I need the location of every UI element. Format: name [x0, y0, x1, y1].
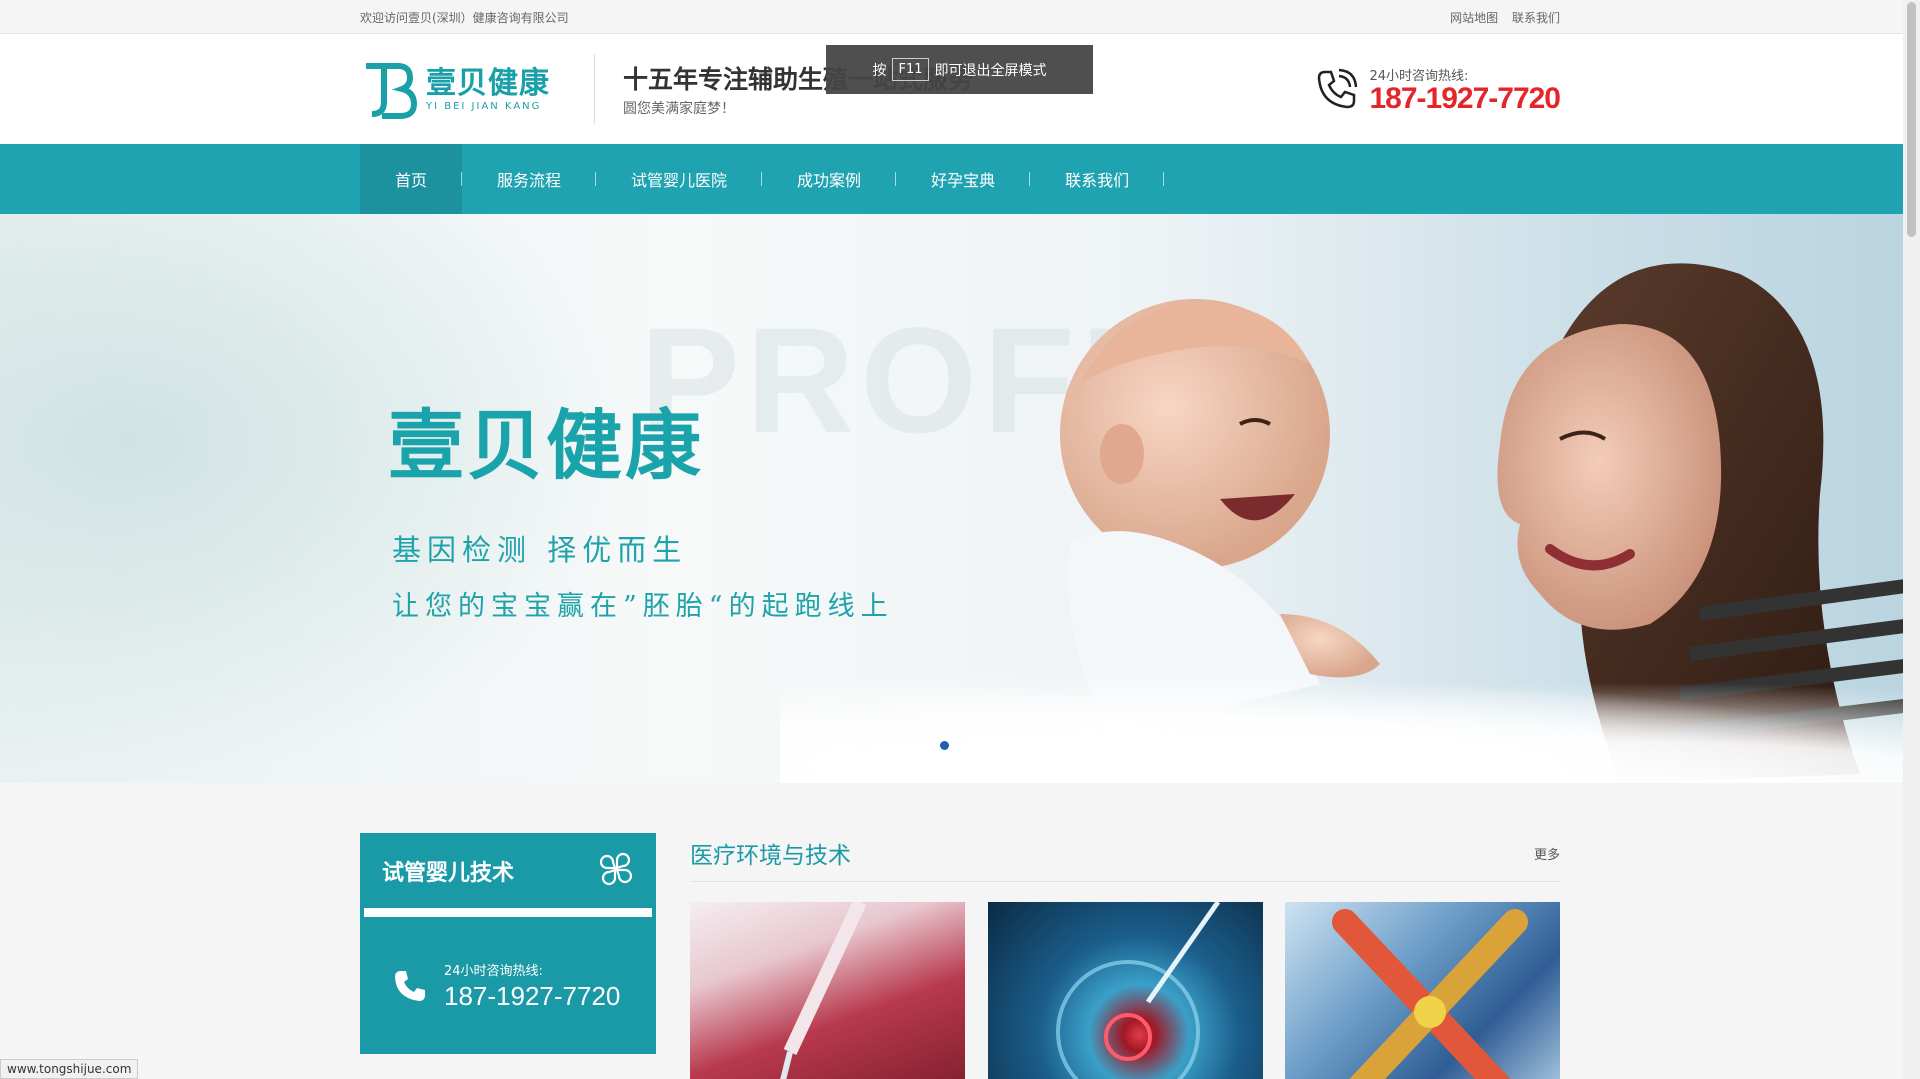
nav-label: 服务流程 — [497, 171, 562, 190]
f11-key: F11 — [892, 58, 929, 81]
hero-banner[interactable]: PROFE 壹贝健康 基因检测 择优而生 让您的宝宝赢在”胚胎“的起跑线上 — [0, 214, 1920, 783]
carousel-dot-active[interactable] — [940, 741, 949, 750]
medical-env-section: 医疗环境与技术 更多 — [690, 833, 1560, 1079]
thumbnail-chromosome[interactable] — [1285, 902, 1560, 1079]
nav-label: 首页 — [395, 171, 428, 190]
phone-icon — [1318, 68, 1358, 109]
fullscreen-hint: 按 F11 即可退出全屏模式 — [826, 45, 1093, 94]
content-section: 试管婴儿技术 24小时咨询热线: 187-1927-7720 医疗环境与技术 更… — [0, 783, 1920, 1079]
ivf-tech-divider — [360, 908, 656, 917]
chromosome-image — [1332, 909, 1528, 1079]
fullscreen-hint-text: 即可退出全屏模式 — [934, 62, 1047, 79]
clover-icon — [599, 852, 633, 886]
thumbnail-pipette[interactable] — [690, 902, 965, 1079]
banner-tagline-1: 基因检测 择优而生 — [392, 533, 688, 567]
contact-link[interactable]: 联系我们 — [1512, 11, 1560, 25]
top-bar: 欢迎访问壹贝(深圳）健康咨询有限公司 网站地图 联系我们 — [0, 0, 1920, 34]
status-bar-url: www.tongshijue.com — [0, 1059, 139, 1079]
logo-name: 壹贝健康 — [426, 65, 550, 101]
phone-handset-icon — [395, 970, 425, 1001]
nav-label: 试管婴儿医院 — [631, 171, 728, 190]
nav-item-contact[interactable]: 联系我们 — [1030, 144, 1165, 214]
thumbnail-cell-injection[interactable] — [987, 902, 1263, 1079]
ivf-tech-title: 试管婴儿技术 — [382, 860, 515, 886]
nav-item-home[interactable]: 首页 — [360, 144, 463, 214]
nav-item-success-cases[interactable]: 成功案例 — [762, 144, 897, 214]
welcome-text: 欢迎访问壹贝(深圳）健康咨询有限公司 — [360, 10, 569, 25]
main-nav: 首页 服务流程 试管婴儿医院 成功案例 好孕宝典 联系我们 — [0, 144, 1920, 214]
slogan-sub: 圆您美满家庭梦！ — [623, 101, 735, 117]
page: 欢迎访问壹贝(深圳）健康咨询有限公司 网站地图 联系我们 壹贝健康 YI BEI… — [0, 0, 1920, 1079]
thumbnail-list — [690, 902, 1560, 1079]
fullscreen-hint-prefix: 按 — [872, 62, 887, 79]
header-divider — [594, 54, 595, 124]
top-links: 网站地图 联系我们 — [1440, 9, 1560, 26]
logo[interactable]: 壹贝健康 YI BEI JIAN KANG — [360, 58, 590, 120]
logo-pinyin: YI BEI JIAN KANG — [426, 100, 542, 112]
nav-item-service-process[interactable]: 服务流程 — [462, 144, 597, 214]
sitemap-link[interactable]: 网站地图 — [1450, 11, 1498, 25]
section-title: 医疗环境与技术 — [690, 843, 851, 869]
hotline-number: 187-1927-7720 — [1369, 81, 1561, 115]
cell-image — [1055, 902, 1220, 1079]
nav-item-pregnancy-guide[interactable]: 好孕宝典 — [896, 144, 1031, 214]
nav-label: 联系我们 — [1065, 171, 1130, 190]
more-link[interactable]: 更多 — [1534, 844, 1560, 863]
section-header: 医疗环境与技术 更多 — [690, 833, 1560, 882]
hotline-label: 24小时咨询热线: — [1369, 68, 1469, 84]
nav-label: 成功案例 — [797, 171, 862, 190]
logo-mark-icon — [360, 58, 422, 120]
page-scrollbar[interactable] — [1903, 0, 1920, 1079]
header-hotline: 24小时咨询热线: 187-1927-7720 — [1313, 65, 1561, 115]
scrollbar-thumb[interactable] — [1907, 2, 1916, 237]
pipette-image — [780, 902, 867, 1079]
cloud-decoration — [780, 673, 1920, 783]
sidebox-hotline: 24小时咨询热线: 187-1927-7720 — [360, 917, 656, 1054]
banner-tagline-2: 让您的宝宝赢在”胚胎“的起跑线上 — [392, 591, 894, 622]
banner-background — [0, 214, 640, 783]
sidebox-hotline-label: 24小时咨询热线: — [444, 963, 543, 979]
sidebox-hotline-number: 187-1927-7720 — [444, 980, 621, 1011]
ivf-tech-box: 试管婴儿技术 24小时咨询热线: 187-1927-7720 — [360, 833, 656, 1079]
ivf-tech-header[interactable]: 试管婴儿技术 — [360, 833, 656, 908]
banner-title: 壹贝健康 — [388, 401, 704, 490]
nav-label: 好孕宝典 — [931, 171, 996, 190]
nav-item-ivf-hospitals[interactable]: 试管婴儿医院 — [596, 144, 763, 214]
